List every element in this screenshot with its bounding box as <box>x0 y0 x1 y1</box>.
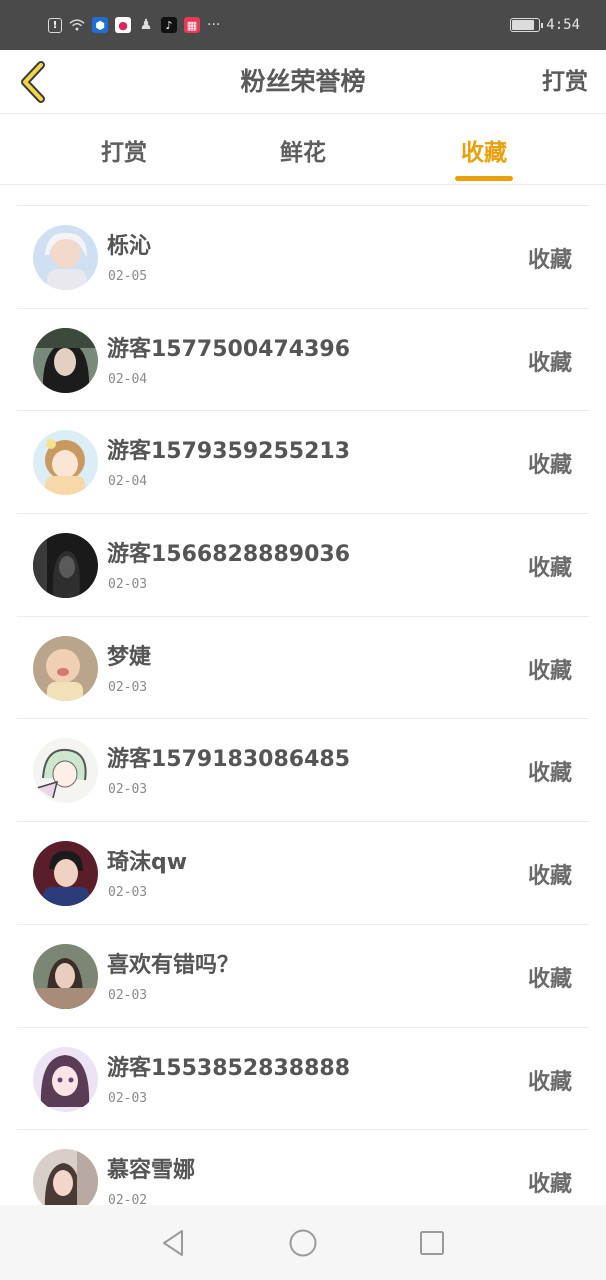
avatar[interactable] <box>33 327 98 393</box>
chevron-left-icon <box>21 61 45 103</box>
tiktok-icon: ♪ <box>161 17 177 33</box>
fan-list: 栎沁 02-05 收藏 游客1577500474396 02-04 收藏 游客1… <box>17 205 589 1205</box>
tab-bar: 打赏 鲜花 收藏 <box>0 115 606 185</box>
user-name: 游客1579359255213 <box>107 439 350 465</box>
user-name: 琦沫qw <box>107 850 188 876</box>
favorite-date: 02-03 <box>108 1090 148 1106</box>
circle-home-icon <box>289 1229 317 1256</box>
user-name: 慕容雪娜 <box>107 1158 196 1184</box>
favorite-date: 02-03 <box>108 679 148 695</box>
active-tab-indicator <box>455 176 513 181</box>
user-name: 游客1553852838888 <box>107 1055 350 1081</box>
more-icon: ··· <box>207 17 221 33</box>
avatar[interactable] <box>33 738 98 804</box>
triangle-back-icon <box>163 1229 184 1256</box>
user-name: 梦婕 <box>107 644 152 670</box>
battery-icon <box>510 18 544 32</box>
status-bar: ! ⬢ ● ♟ ♪ ▦ ··· 4:54 <box>0 0 606 50</box>
video-app-icon: ● <box>115 17 131 33</box>
action-label: 收藏 <box>527 761 572 787</box>
calendar-app-icon: ▦ <box>184 17 200 33</box>
avatar[interactable] <box>33 841 98 907</box>
action-label: 收藏 <box>527 864 572 890</box>
avatar[interactable] <box>33 430 98 496</box>
reward-button[interactable]: 打赏 <box>542 50 588 114</box>
avatar[interactable] <box>33 1149 98 1205</box>
favorite-date: 02-03 <box>108 885 148 901</box>
user-name: 游客1579183086485 <box>107 747 350 773</box>
avatar[interactable] <box>33 1046 98 1112</box>
action-label: 收藏 <box>527 658 572 684</box>
system-back-button[interactable] <box>154 1223 194 1263</box>
list-item[interactable]: 游客1579359255213 02-04 收藏 <box>17 411 589 515</box>
favorite-date: 02-02 <box>108 1193 148 1205</box>
list-item[interactable]: 喜欢有错吗？ 02-03 收藏 <box>17 925 589 1028</box>
list-item[interactable]: 琦沫qw 02-03 收藏 <box>17 822 589 925</box>
shield-app-icon: ⬢ <box>92 17 108 33</box>
system-home-button[interactable] <box>283 1223 323 1263</box>
wifi-icon <box>69 17 85 33</box>
user-name: 栎沁 <box>107 234 152 259</box>
status-icons: ! ⬢ ● ♟ ♪ ▦ ··· <box>48 17 220 33</box>
favorite-date: 02-03 <box>108 577 148 593</box>
page-title: 粉丝荣誉榜 <box>240 67 366 96</box>
action-label: 收藏 <box>527 350 572 376</box>
favorite-date: 02-05 <box>108 269 148 284</box>
list-item[interactable]: 游客1553852838888 02-03 收藏 <box>17 1028 589 1131</box>
list-item[interactable]: 慕容雪娜 02-02 收藏 <box>17 1130 589 1205</box>
user-name: 喜欢有错吗？ <box>107 952 240 978</box>
square-recents-icon <box>419 1230 444 1255</box>
tab-favorites-label: 收藏 <box>461 140 507 166</box>
avatar[interactable] <box>33 943 98 1009</box>
action-label: 收藏 <box>527 1069 572 1095</box>
system-recents-button[interactable] <box>412 1223 452 1263</box>
action-label: 收藏 <box>527 556 572 582</box>
favorite-date: 02-03 <box>108 987 148 1003</box>
tab-favorites[interactable]: 收藏 <box>424 115 544 185</box>
nav-bar: 粉丝荣誉榜 打赏 <box>0 50 606 114</box>
clock: 4:54 <box>546 17 580 33</box>
action-label: 收藏 <box>527 453 572 479</box>
avatar[interactable] <box>33 225 98 290</box>
status-right: 4:54 <box>510 17 580 33</box>
tab-reward[interactable]: 打赏 <box>64 115 184 185</box>
avatar[interactable] <box>33 533 98 599</box>
favorite-date: 02-03 <box>108 782 148 798</box>
system-nav-bar <box>0 1205 606 1280</box>
favorite-date: 02-04 <box>108 371 148 387</box>
list-item[interactable]: 游客1577500474396 02-04 收藏 <box>17 309 589 412</box>
list-item[interactable]: 游客1566828889036 02-03 收藏 <box>17 514 589 617</box>
list-item[interactable]: 梦婕 02-03 收藏 <box>17 617 589 720</box>
action-label: 收藏 <box>527 1172 572 1198</box>
back-button[interactable] <box>12 56 56 108</box>
user-name: 游客1566828889036 <box>107 542 350 568</box>
list-item[interactable]: 栎沁 02-05 收藏 <box>17 206 589 309</box>
action-label: 收藏 <box>527 966 572 992</box>
qq-icon: ♟ <box>139 17 153 33</box>
favorite-date: 02-04 <box>108 474 148 490</box>
avatar[interactable] <box>33 635 98 701</box>
alert-icon: ! <box>48 17 62 33</box>
tab-flowers[interactable]: 鲜花 <box>243 115 363 185</box>
action-label: 收藏 <box>527 248 572 273</box>
user-name: 游客1577500474396 <box>107 336 350 362</box>
list-item[interactable]: 游客1579183086485 02-03 收藏 <box>17 719 589 823</box>
